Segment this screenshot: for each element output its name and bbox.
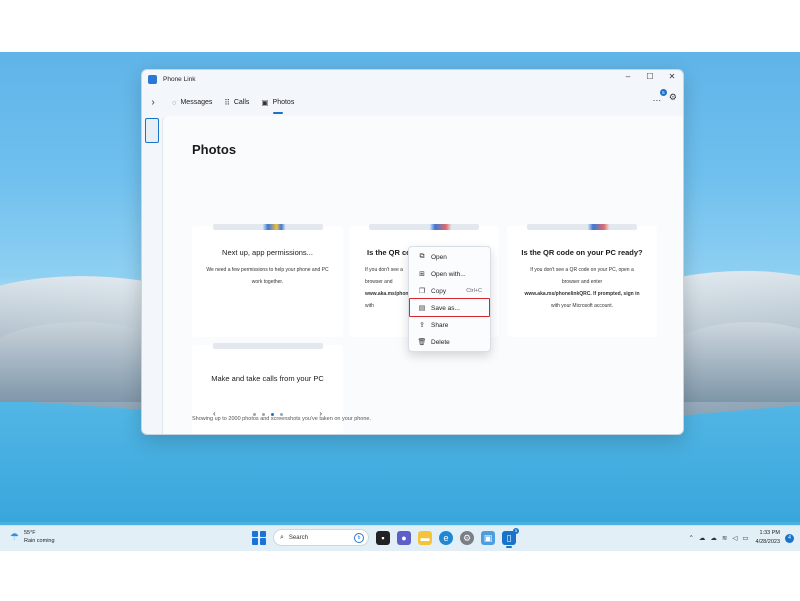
- settings-app-icon[interactable]: ⚙: [460, 530, 474, 545]
- weather-temp: 55°F: [23, 530, 36, 536]
- menu-item-open-with[interactable]: ⊞ Open with...: [409, 266, 490, 282]
- tab-label: Messages: [180, 98, 213, 106]
- expand-chevron-icon[interactable]: ›: [146, 97, 160, 108]
- trash-icon: 🗑: [417, 339, 427, 346]
- card-title: Make and take calls from your PC: [211, 374, 324, 383]
- chat-icon: ◌: [172, 97, 177, 107]
- clock[interactable]: 1:33 PM 4/28/2023: [756, 529, 780, 547]
- taskbar-search[interactable]: ⌕ Search b: [273, 529, 369, 546]
- share-icon: ⇪: [419, 322, 425, 329]
- menu-item-label: Open with...: [431, 270, 466, 278]
- card-thumbnail: [369, 224, 479, 230]
- weather-condition: Rain coming: [23, 538, 55, 544]
- photo-icon: ▣: [261, 97, 269, 107]
- volume-icon[interactable]: ◁: [732, 534, 737, 542]
- phone-device-icon[interactable]: [145, 118, 159, 143]
- chevron-up-icon[interactable]: ⌃: [688, 534, 693, 542]
- menu-item-delete[interactable]: 🗑 Delete: [409, 334, 490, 350]
- card-body: If you don't see a QR code on your PC, o…: [511, 264, 653, 312]
- page-title: Photos: [192, 142, 237, 157]
- photos-footer-note: Showing up to 2000 photos and screenshot…: [192, 416, 372, 422]
- bing-icon[interactable]: b: [354, 533, 364, 543]
- menu-item-label: Delete: [431, 338, 450, 346]
- tab-label: Calls: [233, 98, 250, 106]
- save-as-highlight-box: [409, 298, 490, 317]
- battery-icon[interactable]: ▭: [742, 534, 748, 542]
- card-thumbnail: [527, 224, 637, 230]
- wifi-icon[interactable]: ≋: [722, 534, 727, 542]
- menu-item-copy[interactable]: ❐ Copy Ctrl+C: [409, 283, 490, 299]
- title-bar[interactable]: Phone Link – ☐ ✕: [142, 70, 683, 88]
- task-view-icon[interactable]: ▪: [376, 530, 390, 545]
- card-body-line: with your Microsoft account.: [551, 303, 613, 309]
- taskbar-badge: 5: [513, 527, 519, 534]
- clock-time: 1:33 PM: [759, 530, 780, 536]
- tab-photos[interactable]: ▣ Photos: [261, 88, 294, 116]
- onedrive-icon[interactable]: ☁: [710, 534, 717, 542]
- card-title: Is the QR code on your PC ready?: [521, 248, 643, 257]
- card-body: We need a few permissions to help your p…: [206, 267, 329, 285]
- edge-browser-icon[interactable]: e: [439, 530, 453, 545]
- more-options-button[interactable]: … 5: [649, 88, 667, 103]
- window-title: Phone Link: [163, 75, 196, 83]
- card-body-line: browser and enter: [561, 279, 603, 285]
- system-tray: ⌃ ☁ ☁ ≋ ◁ ▭ 1:33 PM 4/28/2023 4: [688, 529, 794, 547]
- dialpad-icon: ⠿: [224, 97, 230, 107]
- card-body-line: www.aka.ms/phonelinkQRC. If prompted, si…: [524, 291, 640, 297]
- gear-icon[interactable]: ⚙: [669, 92, 677, 103]
- maximize-button[interactable]: ☐: [639, 70, 661, 84]
- open-icon: ⧉: [419, 253, 425, 260]
- start-button[interactable]: [252, 530, 266, 545]
- menu-item-share[interactable]: ⇪ Share: [409, 317, 490, 333]
- minimize-button[interactable]: –: [617, 70, 639, 84]
- weather-widget[interactable]: ☂ 55°F Rain coming: [10, 529, 55, 545]
- menu-item-shortcut: Ctrl+C: [466, 288, 482, 294]
- notification-count-badge[interactable]: 4: [785, 533, 794, 543]
- tab-calls[interactable]: ⠿ Calls: [224, 88, 249, 116]
- search-icon: ⌕: [280, 533, 284, 541]
- open-with-icon: ⊞: [419, 271, 425, 278]
- onedrive-icon[interactable]: ☁: [699, 534, 706, 542]
- card-app-permissions[interactable]: Next up, app permissions... We need a fe…: [192, 224, 343, 337]
- file-explorer-icon[interactable]: ▬: [418, 530, 432, 545]
- card-thumbnail: [212, 343, 323, 349]
- menu-item-label: Copy: [431, 287, 447, 295]
- card-qr-code[interactable]: Is the QR code on your PC ready? If you …: [507, 224, 657, 337]
- nav-bar: › ◌ Messages ⠿ Calls ▣ Photos … 5 ⚙: [142, 88, 683, 116]
- menu-item-label: Open: [431, 253, 447, 261]
- tab-label: Photos: [272, 98, 295, 106]
- clock-date: 4/28/2023: [755, 539, 780, 545]
- card-body-line: If you don't see a QR code on your PC, o…: [530, 267, 634, 273]
- phone-link-app-icon: [148, 74, 157, 84]
- taskbar: ☂ 55°F Rain coming ⌕ Search b ▪ ● ▬ e ⚙ …: [0, 525, 800, 551]
- menu-item-label: Share: [431, 321, 449, 329]
- search-label: Search: [288, 534, 308, 541]
- tab-messages[interactable]: ◌ Messages: [172, 88, 212, 116]
- notification-badge: 5: [659, 88, 667, 96]
- chat-app-icon[interactable]: ●: [397, 530, 411, 545]
- rain-cloud-icon: ☂: [10, 531, 19, 543]
- device-rail: [142, 116, 162, 434]
- photos-app-icon[interactable]: ▣: [481, 530, 495, 545]
- card-thumbnail: [212, 224, 323, 230]
- phone-link-taskbar-icon[interactable]: ▯ 5: [502, 527, 519, 548]
- copy-icon: ❐: [418, 288, 426, 295]
- close-button[interactable]: ✕: [661, 70, 683, 84]
- card-title: Next up, app permissions...: [222, 248, 313, 257]
- menu-item-open[interactable]: ⧉ Open: [409, 249, 490, 265]
